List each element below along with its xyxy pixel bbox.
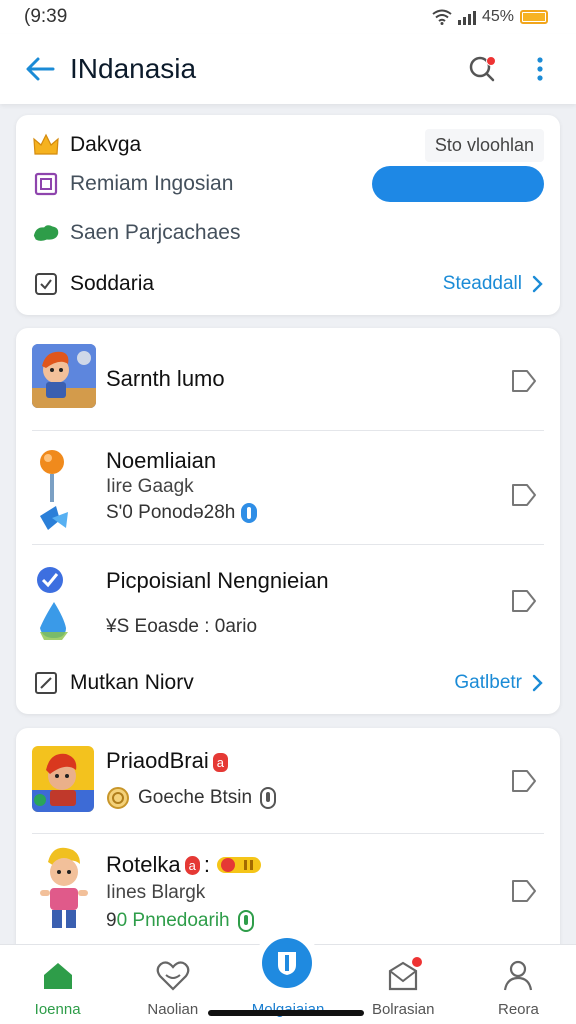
- list-item-detail: Goeche Btsin: [106, 786, 277, 810]
- list-item[interactable]: Noemliaian Iire Gaagk S'0 Ponodə28h: [32, 442, 544, 542]
- summary-row-2: Remiam Ingosian: [32, 165, 544, 203]
- badge-drop-icon: [32, 562, 80, 642]
- game-thumbnail: [32, 344, 96, 408]
- chevron-right-icon: [532, 674, 543, 692]
- user-icon: [501, 959, 535, 993]
- list-item-subtitle: Iines Blargk: [106, 882, 206, 903]
- pin-icon: [34, 446, 80, 536]
- list-footer-link[interactable]: Gatlbetr: [454, 672, 544, 694]
- nav-label-inbox: Bolrasian: [371, 1001, 435, 1018]
- hot-badge: a: [212, 752, 228, 772]
- search-button[interactable]: [464, 51, 500, 87]
- inbox-icon: [386, 957, 423, 993]
- list-item-title: Picpoisianl Nengnieian: [106, 568, 329, 593]
- list-item[interactable]: Sarnth lumo: [32, 344, 544, 414]
- summary-card: Dakvga Sto vloohlan Remiam Ingosian Saen…: [16, 115, 560, 315]
- nav-item-home[interactable]: Ioenna: [0, 945, 115, 1024]
- list-item-title: Rotelka a :: [106, 852, 262, 878]
- summary-label-3: Saen Parjcachaes: [70, 221, 241, 244]
- tag-arrow-icon: [512, 370, 536, 392]
- game-thumbnail: [32, 746, 94, 812]
- divider: [32, 544, 544, 545]
- back-button[interactable]: [20, 49, 60, 89]
- summary-label-1: Dakvga: [70, 133, 142, 156]
- wifi-icon: [432, 9, 452, 25]
- info-badge-icon: [241, 502, 258, 523]
- summary-row-4: Soddaria Steaddall: [32, 265, 544, 303]
- list-item-subtitle: Iire Gaagk: [106, 476, 194, 497]
- more-options-button[interactable]: [522, 51, 558, 87]
- list-card: Sarnth lumo Noemliaian Iire Gaagk S'0 Po…: [16, 328, 560, 714]
- notification-dot: [486, 56, 496, 66]
- list-item-detail: S'0 Ponodə28h: [106, 502, 258, 524]
- page-title: INdanasia: [70, 53, 197, 84]
- summary-label-4: Soddaria: [70, 272, 155, 295]
- tag-arrow-icon: [512, 590, 536, 612]
- summary-row-1: Dakvga Sto vloohlan: [32, 127, 544, 163]
- summary-row-3: Saen Parjcachaes: [32, 215, 544, 251]
- signal-icon: [457, 9, 476, 25]
- character-icon: [36, 844, 92, 938]
- battery-percent: 45%: [481, 8, 514, 25]
- status-time: (9:39: [24, 6, 68, 27]
- list-footer-link-label: Gatlbetr: [454, 672, 522, 693]
- list-card-2: PriaodBrai a Goeche Btsin Rotelka a: Ii…: [16, 728, 560, 958]
- app-bar: INdanasia: [0, 34, 576, 104]
- divider: [32, 430, 544, 431]
- list-item[interactable]: Picpoisianl Nengnieian ¥S Eoasde : 0ario: [32, 556, 544, 646]
- list-item-title: Noemliaian: [106, 448, 217, 473]
- nav-label-favorites: Naolian: [147, 1001, 199, 1018]
- list-item-detail: ¥S Eoasde : 0ario: [106, 616, 258, 637]
- more-vertical-icon: [537, 57, 543, 81]
- list-item[interactable]: PriaodBrai a Goeche Btsin: [32, 744, 544, 834]
- summary-label-2: Remiam Ingosian: [70, 172, 234, 195]
- list-item-title: Sarnth lumo: [106, 366, 225, 391]
- summary-right-text: Sto vloohlan: [424, 128, 544, 162]
- divider: [32, 833, 544, 834]
- tag-arrow-icon: [512, 880, 536, 902]
- chevron-right-icon: [532, 275, 543, 293]
- center-action-button[interactable]: [254, 930, 320, 996]
- tag-arrow-icon: [512, 770, 536, 792]
- list-footer-row: Mutkan Niorv Gatlbetr: [32, 664, 544, 702]
- status-bar: (9:39 45%: [0, 0, 576, 34]
- list-item-title: PriaodBrai a: [106, 748, 228, 774]
- status-icons: 45%: [432, 8, 548, 26]
- summary-link-label: Steaddall: [442, 273, 522, 294]
- edit-icon[interactable]: [32, 669, 60, 697]
- list-footer-label: Mutkan Niorv: [70, 671, 194, 694]
- arrow-left-icon: [26, 57, 55, 81]
- shield-icon: [278, 952, 296, 975]
- frame-icon: [32, 170, 60, 198]
- coin-icon: [107, 787, 129, 809]
- nav-label-profile: Reora: [497, 1001, 539, 1018]
- nav-label-home: Ioenna: [34, 1001, 81, 1018]
- info-badge-icon: [260, 787, 277, 809]
- home-indicator: [208, 1010, 364, 1016]
- checkbox-icon[interactable]: [32, 270, 60, 298]
- summary-link[interactable]: Steaddall: [443, 273, 544, 295]
- summary-action-bar[interactable]: [372, 166, 544, 202]
- battery-icon: [520, 10, 548, 24]
- home-icon: [41, 959, 75, 993]
- crown-icon: [32, 131, 60, 159]
- leaf-icon: [32, 219, 60, 247]
- list-item-detail: 9 0 Pnnedoarih: [106, 910, 254, 932]
- heart-icon: [156, 959, 190, 993]
- toggle-badge-icon: [216, 857, 261, 873]
- info-badge-icon: [237, 910, 254, 932]
- hot-badge: a: [184, 855, 200, 875]
- center-action-inner: [262, 938, 312, 988]
- tag-arrow-icon: [512, 484, 536, 506]
- nav-item-profile[interactable]: Reora: [461, 945, 576, 1024]
- notification-dot: [412, 957, 423, 967]
